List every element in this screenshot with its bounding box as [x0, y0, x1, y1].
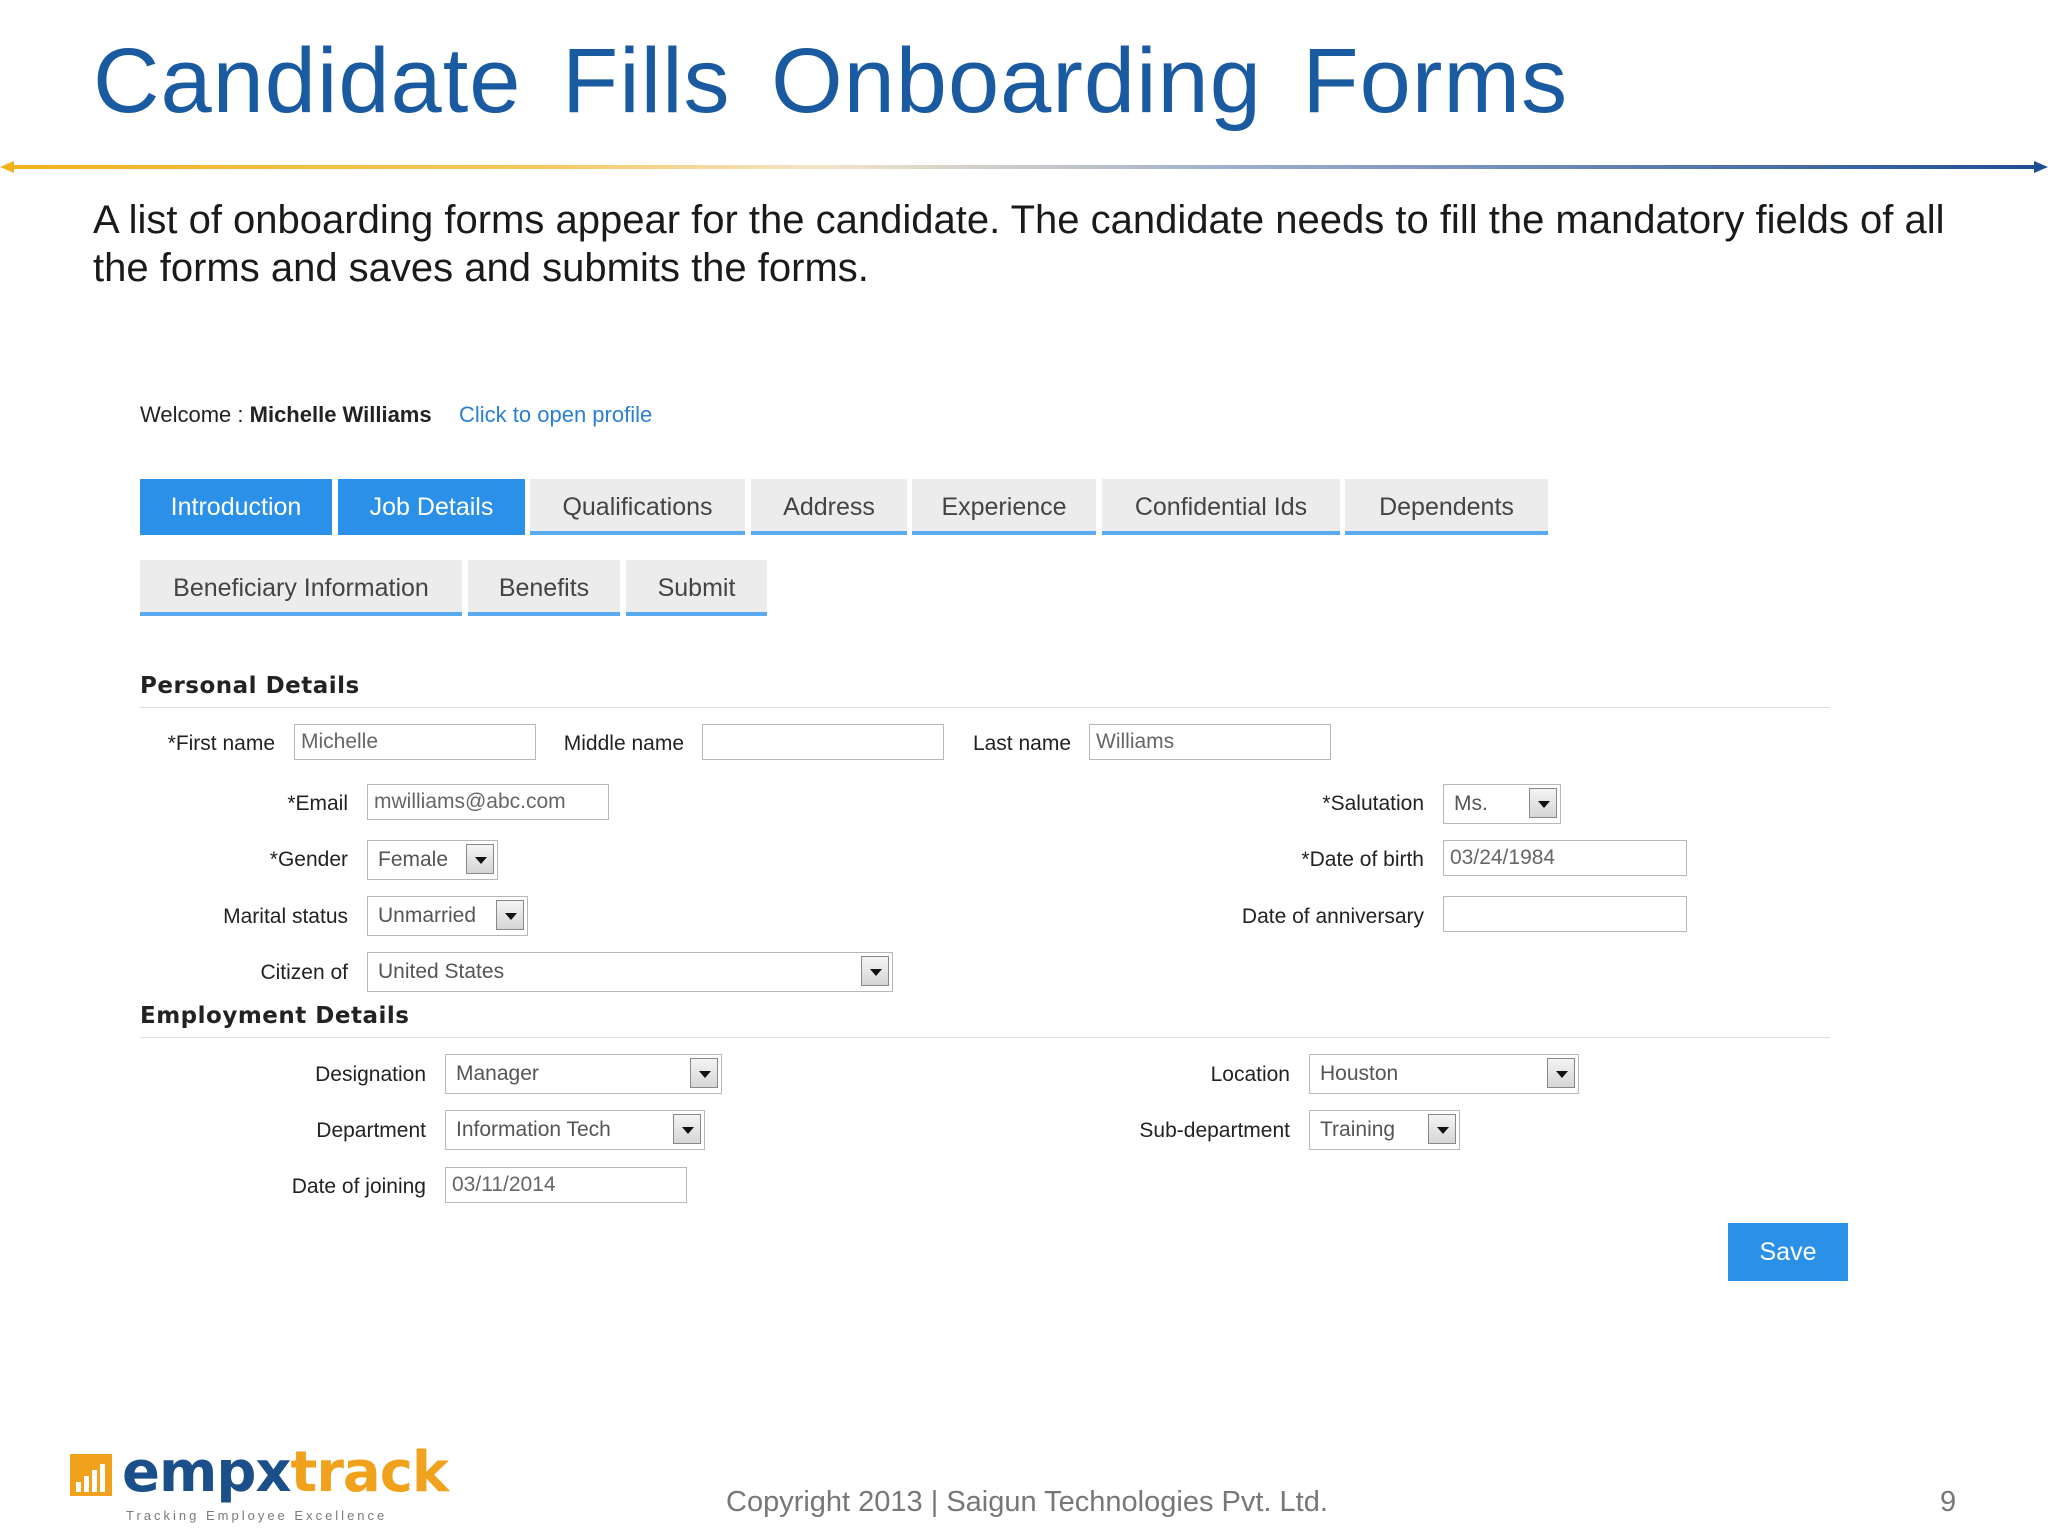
- intro-text: A list of onboarding forms appear for th…: [93, 198, 1945, 290]
- dob-label: *Date of birth: [1301, 848, 1424, 871]
- empxtrack-logo: empxtrack Tracking Employee Excellence: [70, 1440, 449, 1528]
- tab-address[interactable]: Address: [751, 479, 907, 535]
- sub-department-label: Sub-department: [1139, 1119, 1290, 1142]
- designation-select[interactable]: Manager: [445, 1054, 722, 1094]
- last-name-field[interactable]: [1089, 724, 1331, 760]
- chevron-down-icon[interactable]: [466, 844, 494, 874]
- marital-status-value: Unmarried: [378, 904, 477, 927]
- salutation-value: Ms.: [1454, 792, 1488, 815]
- chevron-down-icon[interactable]: [1547, 1058, 1575, 1088]
- chevron-down-icon[interactable]: [673, 1114, 701, 1144]
- user-name: Michelle Williams: [249, 402, 432, 427]
- welcome-prefix: Welcome :: [140, 402, 250, 427]
- chevron-down-icon[interactable]: [1529, 788, 1557, 818]
- welcome-text: Welcome : Michelle Williams: [140, 402, 432, 428]
- location-label: Location: [1210, 1063, 1290, 1086]
- chevron-down-icon[interactable]: [861, 956, 889, 986]
- save-button[interactable]: Save: [1728, 1223, 1848, 1281]
- designation-label: Designation: [315, 1063, 426, 1086]
- salutation-select[interactable]: Ms.: [1443, 784, 1561, 824]
- citizen-of-label: Citizen of: [260, 961, 348, 984]
- citizen-of-select[interactable]: United States: [367, 952, 893, 992]
- date-of-joining-field[interactable]: [445, 1167, 687, 1203]
- department-value: Information Tech: [456, 1118, 611, 1141]
- marital-status-label: Marital status: [223, 905, 348, 928]
- tab-submit[interactable]: Submit: [626, 560, 767, 616]
- dob-field[interactable]: [1443, 840, 1687, 876]
- open-profile-link[interactable]: Click to open profile: [459, 402, 652, 428]
- middle-name-field[interactable]: [702, 724, 944, 760]
- department-label: Department: [316, 1119, 426, 1142]
- sub-department-select[interactable]: Training: [1309, 1110, 1460, 1150]
- email-field[interactable]: [367, 784, 609, 820]
- anniversary-field[interactable]: [1443, 896, 1687, 932]
- gender-value: Female: [378, 848, 449, 871]
- gender-label: *Gender: [269, 848, 348, 871]
- chevron-down-icon[interactable]: [690, 1058, 718, 1088]
- sub-department-value: Training: [1320, 1118, 1396, 1141]
- first-name-label: *First name: [167, 732, 275, 755]
- copyright-text: Copyright 2013 | Saigun Technologies Pvt…: [726, 1486, 1328, 1518]
- last-name-label: Last name: [972, 732, 1071, 755]
- department-select[interactable]: Information Tech: [445, 1110, 705, 1150]
- tab-beneficiary-information[interactable]: Beneficiary Information: [140, 560, 462, 616]
- middle-name-label: Middle name: [563, 732, 684, 755]
- tab-experience[interactable]: Experience: [912, 479, 1096, 535]
- personal-details-heading: Personal Details: [140, 673, 360, 699]
- marital-status-select[interactable]: Unmarried: [367, 896, 528, 936]
- location-select[interactable]: Houston: [1309, 1054, 1579, 1094]
- tab-introduction[interactable]: Introduction: [140, 479, 332, 535]
- tab-confidential-ids[interactable]: Confidential Ids: [1102, 479, 1340, 535]
- logo-wordmark: empxtrack: [122, 1440, 449, 1505]
- gender-select[interactable]: Female: [367, 840, 498, 880]
- tab-benefits[interactable]: Benefits: [468, 560, 620, 616]
- logo-tagline: Tracking Employee Excellence: [126, 1508, 388, 1523]
- email-label: *Email: [287, 792, 348, 815]
- anniversary-label: Date of anniversary: [1241, 905, 1424, 928]
- bar-chart-icon: [70, 1454, 112, 1496]
- page-number: 9: [1940, 1486, 1957, 1518]
- section-divider: [140, 1037, 1830, 1038]
- section-divider: [140, 707, 1830, 708]
- tab-qualifications[interactable]: Qualifications: [530, 479, 745, 535]
- employment-details-heading: Employment Details: [140, 1003, 410, 1029]
- chevron-down-icon[interactable]: [1428, 1114, 1456, 1144]
- chevron-down-icon[interactable]: [496, 900, 524, 930]
- date-of-joining-label: Date of joining: [291, 1175, 426, 1198]
- salutation-label: *Salutation: [1322, 792, 1424, 815]
- title-divider: [0, 161, 2048, 173]
- tab-job-details[interactable]: Job Details: [338, 479, 525, 535]
- location-value: Houston: [1320, 1062, 1399, 1085]
- citizen-of-value: United States: [378, 960, 505, 983]
- tab-dependents[interactable]: Dependents: [1345, 479, 1548, 535]
- slide-title: Candidate Fills Onboarding Forms: [93, 30, 1569, 132]
- first-name-field[interactable]: [294, 724, 536, 760]
- designation-value: Manager: [456, 1062, 539, 1085]
